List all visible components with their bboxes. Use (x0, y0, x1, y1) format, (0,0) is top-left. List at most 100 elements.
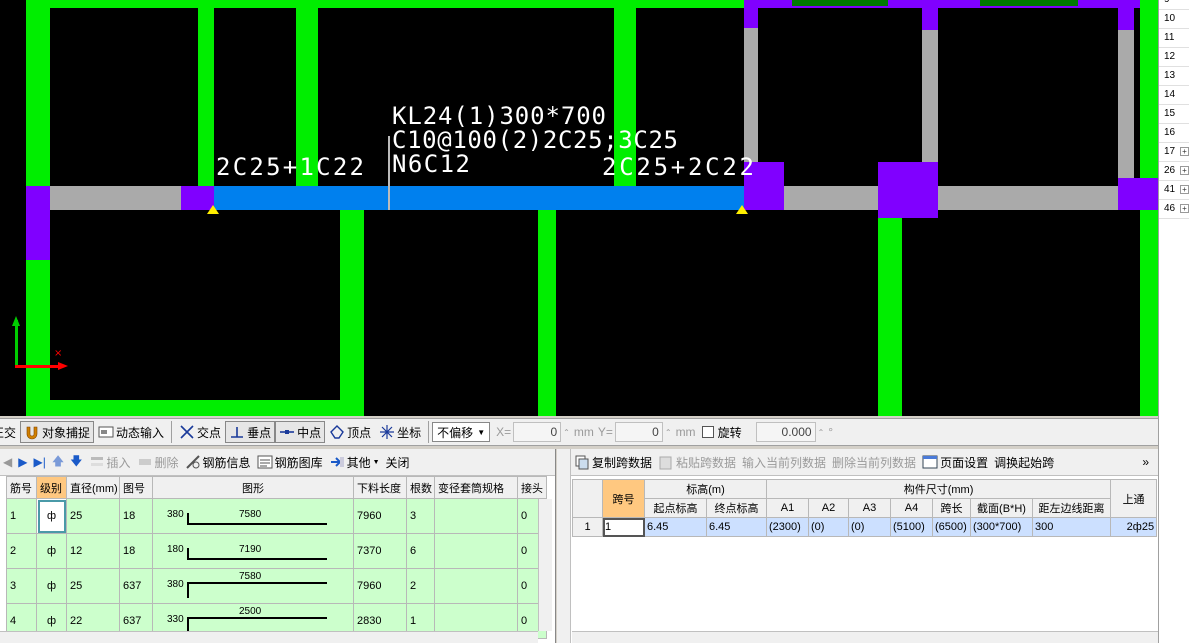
last-record-button[interactable]: ▶| (30, 451, 48, 473)
expand-icon[interactable]: + (1180, 147, 1189, 156)
cell-shape[interactable]: 180 7190 (152, 533, 354, 569)
col-header-top-through[interactable]: 上通 (1110, 479, 1158, 518)
cell-count[interactable]: 6 (406, 533, 435, 569)
col-header-sleeve[interactable]: 变径套筒规格 (434, 476, 518, 499)
prev-record-button[interactable]: ▶ (15, 451, 30, 473)
column-purple-5[interactable] (1118, 178, 1158, 210)
cell-section[interactable]: (300*700) (970, 517, 1033, 537)
column-purple-1[interactable] (26, 186, 50, 260)
y-coordinate-input[interactable]: 0 (614, 422, 663, 442)
expand-icon[interactable]: + (1180, 204, 1189, 213)
cell-start-elev[interactable]: 6.45 (644, 517, 707, 537)
rebar-info-button[interactable]: 钢筋信息 (182, 451, 254, 473)
col-header-diameter[interactable]: 直径(mm) (66, 476, 120, 499)
page-setup-button[interactable]: 页面设置 (919, 451, 991, 473)
cell-bar-no[interactable]: 3 (6, 568, 37, 604)
col-header-left-distance[interactable]: 距左边线距离 (1031, 498, 1112, 518)
layer-number-row[interactable]: 11 (1159, 29, 1189, 48)
top-beam-green[interactable] (26, 0, 746, 8)
selected-beam-kl24[interactable] (214, 186, 744, 210)
col-header-a4[interactable]: A4 (890, 498, 933, 518)
cell-shape[interactable]: 380 7580 (152, 498, 354, 534)
toolbar-overflow-button[interactable]: » (1139, 451, 1152, 473)
insert-button[interactable]: 插入 (86, 451, 134, 473)
layer-number-row[interactable]: 17 + (1159, 143, 1189, 162)
layer-number-row[interactable]: 12 (1159, 48, 1189, 67)
panel-splitter[interactable] (557, 449, 571, 643)
col-green-low-2[interactable] (340, 210, 364, 416)
other-menu-button[interactable]: 其他 ▼ (326, 451, 383, 473)
rebar-row[interactable]: 1 ф 25 18 380 7580 7960 3 0 (6, 498, 547, 534)
layer-number-row[interactable]: 13 (1159, 67, 1189, 86)
layer-number-row[interactable]: 41 + (1159, 181, 1189, 200)
col-green-2[interactable] (198, 0, 214, 186)
col-header-shape[interactable]: 图形 (152, 476, 354, 499)
cell-a1[interactable]: (2300) (766, 517, 809, 537)
col-header-section[interactable]: 截面(B*H) (970, 498, 1033, 518)
column-purple-2[interactable] (181, 186, 214, 210)
col-header-grade[interactable]: 级别 (36, 476, 67, 499)
cell-sleeve[interactable] (434, 533, 518, 569)
cell-cut-length[interactable]: 7960 (353, 568, 407, 604)
col-header-a2[interactable]: A2 (808, 498, 849, 518)
cell-figure-no[interactable]: 18 (119, 533, 153, 569)
object-snap-toggle[interactable]: 对象捕捉 (20, 421, 95, 443)
span-row[interactable]: 1 1 6.45 6.45 (2300) (0) (0) (5100) (650… (572, 517, 1158, 537)
cell-count[interactable]: 3 (406, 498, 435, 534)
cell-shape[interactable]: 380 7580 (152, 568, 354, 604)
cell-span-length[interactable]: (6500) (932, 517, 971, 537)
x-coordinate-input[interactable]: 0 (513, 422, 562, 442)
col-header-elevation[interactable]: 标高(m) (644, 479, 767, 499)
rebar-row[interactable]: 3 ф 25 637 380 7580 7960 2 0 (6, 568, 547, 604)
col-header-a3[interactable]: A3 (848, 498, 891, 518)
cell-bar-no[interactable]: 2 (6, 533, 37, 569)
cell-left-distance[interactable]: 300 (1031, 517, 1112, 537)
cell-sleeve[interactable] (434, 498, 518, 534)
coordinate-snap[interactable]: 坐标 (375, 421, 425, 443)
col-header-start-elev[interactable]: 起点标高 (644, 498, 707, 518)
col-green-low-4[interactable] (878, 218, 902, 416)
close-button[interactable]: 关闭 (383, 451, 413, 473)
col-header-joint[interactable]: 接头 (517, 476, 547, 499)
layer-number-row[interactable]: 9 (1159, 0, 1189, 10)
col-header-figure-no[interactable]: 图号 (119, 476, 153, 499)
col-header-a1[interactable]: A1 (766, 498, 809, 518)
rotate-checkbox[interactable] (701, 426, 714, 438)
column-purple-4[interactable] (878, 162, 938, 218)
layer-number-row[interactable]: 16 (1159, 124, 1189, 143)
cell-cut-length[interactable]: 7960 (353, 498, 407, 534)
col-header-count[interactable]: 根数 (406, 476, 435, 499)
col-header-dimensions[interactable]: 构件尺寸(mm) (765, 479, 1112, 499)
cell-end-elev[interactable]: 6.45 (706, 517, 767, 537)
layer-number-row[interactable]: 15 (1159, 105, 1189, 124)
offset-mode-select[interactable]: 不偏移 ▼ (432, 422, 491, 442)
delete-button[interactable]: 删除 (134, 451, 182, 473)
rotate-angle-input[interactable]: 0.000 (755, 422, 816, 442)
y-spinner-icon[interactable]: ⌃ (665, 428, 672, 437)
ortho-toggle[interactable]: 正交 (0, 421, 20, 443)
perpendicular-snap[interactable]: 垂点 (225, 421, 276, 443)
col-header-cut-length[interactable]: 下料长度 (353, 476, 407, 499)
col-header-bar-no[interactable]: 筋号 (6, 476, 37, 499)
cell-grade[interactable]: ф (36, 568, 67, 604)
delete-column-button[interactable]: 删除当前列数据 (829, 451, 919, 473)
cell-figure-no[interactable]: 18 (119, 498, 153, 534)
cad-canvas[interactable]: × KL24(1)300*700 C10@100(2)2C25;3C25 N6C… (0, 0, 1158, 416)
move-up-button[interactable]: 🡅 (49, 451, 67, 473)
expand-icon[interactable]: + (1180, 166, 1189, 175)
rebar-vscrollbar[interactable] (538, 499, 552, 631)
gray-beam-v2[interactable] (922, 28, 938, 168)
cell-figure-no[interactable]: 637 (119, 568, 153, 604)
input-column-button[interactable]: 输入当前列数据 (739, 451, 829, 473)
rebar-hscrollbar[interactable] (0, 631, 538, 643)
first-record-button[interactable]: ◀ (0, 451, 15, 473)
layer-number-row[interactable]: 14 (1159, 86, 1189, 105)
cell-sleeve[interactable] (434, 568, 518, 604)
gray-beam-v3[interactable] (1118, 28, 1134, 178)
intersection-snap[interactable]: 交点 (175, 421, 225, 443)
cell-diameter[interactable]: 25 (66, 498, 120, 534)
x-spinner-icon[interactable]: ⌃ (563, 428, 570, 437)
cell-count[interactable]: 2 (406, 568, 435, 604)
rebar-library-button[interactable]: 钢筋图库 (254, 451, 326, 473)
cell-bar-no[interactable]: 1 (6, 498, 37, 534)
